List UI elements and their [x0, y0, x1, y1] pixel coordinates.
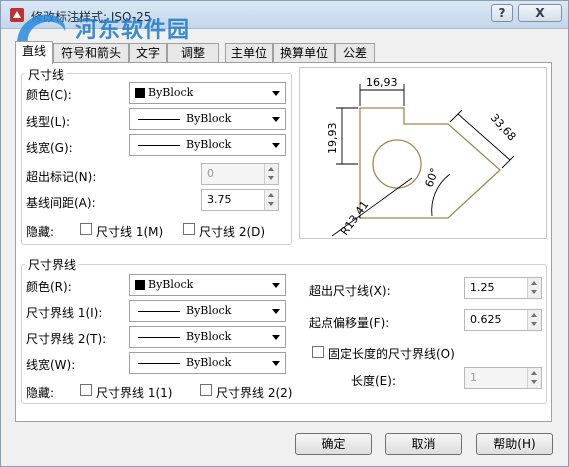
line-sample — [138, 337, 180, 338]
suppress-dim-line-1-label[interactable]: 尺寸线 1(M) — [96, 223, 163, 240]
chevron-down-icon — [272, 361, 280, 366]
ext-linetype2-value: ByBlock — [186, 330, 232, 343]
line-sample — [138, 363, 180, 364]
ext-color-label: 颜色(R): — [26, 280, 72, 294]
spinner-buttons[interactable] — [264, 190, 278, 210]
ext-linetype1-select[interactable]: ByBlock — [129, 300, 286, 322]
window-title: 修改标注样式: ISO-25 — [31, 10, 152, 24]
extend-beyond-dim-value: 1.25 — [470, 281, 495, 294]
chevron-down-icon — [272, 309, 280, 314]
suppress-dim-line-2-label[interactable]: 尺寸线 2(D) — [199, 223, 265, 240]
extend-beyond-dim-spinner[interactable]: 1.25 — [464, 277, 542, 299]
dim-color-value: ByBlock — [148, 86, 194, 99]
tab-fit[interactable]: 调整 — [167, 43, 219, 63]
spinner-buttons[interactable] — [264, 164, 278, 184]
spinner-buttons[interactable] — [527, 310, 541, 330]
ext-linetype1-value: ByBlock — [186, 304, 232, 317]
suppress-ext-line-1-checkbox[interactable] — [80, 384, 92, 396]
dim-suppress-label: 隐藏: — [26, 225, 55, 239]
group-title-dimension-lines: 尺寸线 — [25, 66, 68, 83]
extend-beyond-ticks-value: 0 — [207, 167, 214, 180]
suppress-ext-line-2-label[interactable]: 尺寸界线 2(2) — [216, 384, 292, 401]
ext-suppress-label: 隐藏: — [26, 386, 55, 400]
help-button[interactable]: 帮助(H) — [476, 433, 553, 455]
color-swatch — [135, 88, 145, 98]
suppress-dim-line-1-checkbox[interactable] — [80, 223, 92, 235]
dim-lineweight-label: 线宽(G): — [26, 141, 73, 155]
ext-linetype1-label: 尺寸界线 1(I): — [26, 306, 103, 320]
extend-beyond-ticks-spinner[interactable]: 0 — [201, 163, 279, 185]
chevron-down-icon — [272, 283, 280, 288]
fixed-length-label[interactable]: 固定长度的尺寸界线(O) — [328, 345, 455, 362]
ext-lineweight-label: 线宽(W): — [26, 358, 76, 372]
origin-offset-value: 0.625 — [470, 313, 502, 326]
ok-button[interactable]: 确定 — [295, 433, 372, 455]
origin-offset-label: 起点偏移量(F): — [309, 316, 390, 330]
chevron-down-icon — [272, 91, 280, 96]
close-button[interactable]: X — [518, 4, 562, 22]
extend-beyond-ticks-label: 超出标记(N): — [26, 170, 97, 184]
tab-text[interactable]: 文字 — [129, 43, 167, 63]
suppress-ext-line-1-label[interactable]: 尺寸界线 1(1) — [96, 384, 172, 401]
color-swatch — [135, 280, 145, 290]
tab-symbols-arrows[interactable]: 符号和箭头 — [53, 43, 129, 63]
help-title-button[interactable]: ? — [491, 4, 513, 22]
ext-color-select[interactable]: ByBlock — [129, 274, 286, 296]
ext-linetype2-select[interactable]: ByBlock — [129, 326, 286, 348]
ext-lineweight-select[interactable]: ByBlock — [129, 352, 286, 374]
length-value: 1 — [470, 371, 477, 384]
tab-lines[interactable]: 直线 — [15, 41, 53, 64]
line-sample — [138, 119, 180, 120]
group-title-extension-lines: 尺寸界线 — [25, 256, 80, 273]
extend-beyond-dim-label: 超出尺寸线(X): — [309, 284, 391, 298]
preview-dim-top-text: 16,93 — [366, 76, 398, 89]
tab-tolerances[interactable]: 公差 — [335, 43, 375, 63]
baseline-spacing-value: 3.75 — [207, 193, 232, 206]
baseline-spacing-spinner[interactable]: 3.75 — [201, 189, 279, 211]
dimension-preview: 16,93 19,93 33,68 60° R13,41 — [299, 67, 547, 239]
dim-linetype-label: 线型(L): — [26, 115, 71, 129]
length-spinner[interactable]: 1 — [464, 367, 542, 389]
cancel-button[interactable]: 取消 — [385, 433, 462, 455]
length-label: 长度(E): — [351, 374, 396, 388]
app-icon — [10, 8, 24, 22]
dim-color-select[interactable]: ByBlock — [129, 82, 286, 104]
preview-dim-left-text: 19,93 — [326, 123, 339, 155]
ext-linetype2-label: 尺寸界线 2(T): — [26, 332, 107, 346]
title-bar[interactable]: 修改标注样式: ISO-25 ? X — [1, 1, 568, 29]
baseline-spacing-label: 基线间距(A): — [26, 196, 96, 210]
tab-panel-lines: 尺寸线 颜色(C): ByBlock 线型(L): ByBlock 线宽(G):… — [15, 62, 552, 422]
dim-lineweight-select[interactable]: ByBlock — [129, 134, 286, 156]
dim-lineweight-value: ByBlock — [186, 138, 232, 151]
spinner-buttons[interactable] — [527, 368, 541, 388]
fixed-length-checkbox[interactable] — [312, 346, 324, 358]
ext-color-value: ByBlock — [148, 278, 194, 291]
dim-linetype-value: ByBlock — [186, 112, 232, 125]
dim-linetype-select[interactable]: ByBlock — [129, 108, 286, 130]
line-sample — [138, 311, 180, 312]
chevron-down-icon — [272, 143, 280, 148]
line-sample — [138, 145, 180, 146]
dim-color-label: 颜色(C): — [26, 88, 72, 102]
origin-offset-spinner[interactable]: 0.625 — [464, 309, 542, 331]
preview-part-outline — [359, 107, 501, 219]
ext-lineweight-value: ByBlock — [186, 356, 232, 369]
preview-hole — [372, 139, 422, 189]
tab-primary-units[interactable]: 主单位 — [225, 43, 273, 63]
spinner-buttons[interactable] — [527, 278, 541, 298]
suppress-dim-line-2-checkbox[interactable] — [183, 223, 195, 235]
tab-alternate-units[interactable]: 换算单位 — [273, 43, 335, 63]
chevron-down-icon — [272, 335, 280, 340]
suppress-ext-line-2-checkbox[interactable] — [200, 384, 212, 396]
chevron-down-icon — [272, 117, 280, 122]
preview-dim-right-text: 33,68 — [488, 111, 519, 143]
preview-drawing: 16,93 19,93 33,68 60° R13,41 — [326, 76, 519, 238]
dialog-window: 修改标注样式: ISO-25 ? X 河东软件园 www.pc0359.cn 直… — [0, 0, 569, 467]
